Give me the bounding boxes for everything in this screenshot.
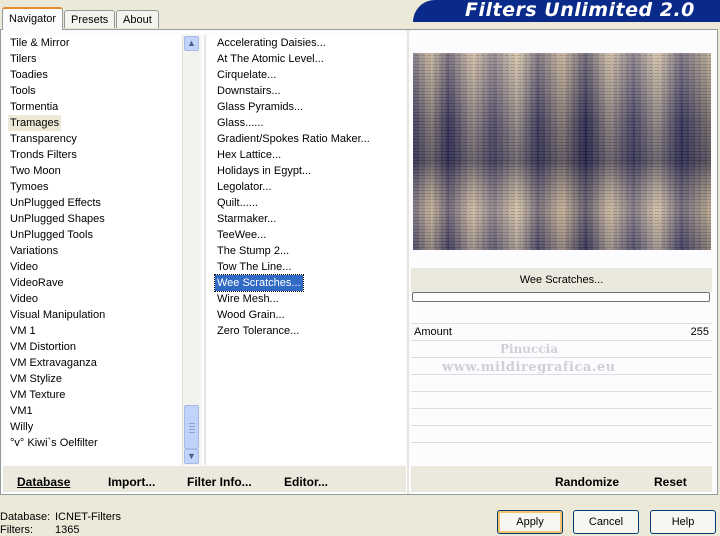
category-list-item[interactable]: Video	[10, 291, 38, 307]
parameter-row-empty	[411, 391, 712, 408]
category-list-item[interactable]: VM Extravaganza	[10, 355, 97, 371]
filter-list-item[interactable]: Holidays in Egypt...	[217, 163, 311, 179]
category-list-item[interactable]: Tymoes	[10, 179, 49, 195]
filter-preview-image	[413, 53, 711, 250]
tab-presets[interactable]: Presets	[64, 10, 116, 28]
filter-list-item[interactable]: Legolator...	[217, 179, 271, 195]
parameter-row-empty	[411, 374, 712, 391]
category-list-item[interactable]: Willy	[10, 419, 33, 435]
parameter-row-empty	[411, 340, 712, 357]
filter-list-item[interactable]: Accelerating Daisies...	[217, 35, 326, 51]
tab-bar: Navigator Presets About Filters Unlimite…	[0, 0, 720, 30]
reset-button[interactable]: Reset	[654, 466, 687, 492]
filter-list-item[interactable]: Downstairs...	[217, 83, 281, 99]
category-list-item[interactable]: VM 1	[10, 323, 36, 339]
filter-list-item[interactable]: Wire Mesh...	[217, 291, 279, 307]
filter-list-item[interactable]: The Stump 2...	[217, 243, 289, 259]
parameter-label: Amount	[414, 326, 452, 338]
current-filter-name: Wee Scratches...	[411, 268, 712, 292]
panel-divider	[407, 30, 409, 494]
category-list[interactable]: Tile & Mirror Tilers Toadies Tools Tormentia…	[5, 35, 180, 465]
progress-bar	[412, 292, 710, 302]
navigator-button-bar: Database Import... Filter Info... Editor…	[3, 466, 406, 492]
filter-info-button[interactable]: Filter Info...	[187, 466, 252, 492]
category-list-item[interactable]: VideoRave	[10, 275, 64, 291]
filter-list-item[interactable]: At The Atomic Level...	[217, 51, 324, 67]
category-list-item[interactable]: Tile & Mirror	[10, 35, 69, 51]
parameter-row-empty	[411, 442, 712, 459]
category-list-item[interactable]: Tilers	[10, 51, 36, 67]
category-list-item[interactable]: VM Stylize	[10, 371, 62, 387]
filter-list-item[interactable]: Gradient/Spokes Ratio Maker...	[217, 131, 370, 147]
category-list-item[interactable]: UnPlugged Shapes	[10, 211, 105, 227]
filter-list[interactable]: Accelerating Daisies... At The Atomic Lev…	[208, 35, 406, 465]
filter-list-item[interactable]: Cirquelate...	[217, 67, 276, 83]
preview-button-bar: Randomize Reset	[411, 466, 712, 492]
scroll-thumb[interactable]	[184, 405, 199, 449]
filters-count: 1365	[55, 524, 80, 536]
category-list-item[interactable]: Transparency	[10, 131, 77, 147]
category-list-item[interactable]: VM Texture	[10, 387, 65, 403]
filter-list-item[interactable]: Glass Pyramids...	[217, 99, 303, 115]
category-list-item[interactable]: UnPlugged Effects	[10, 195, 101, 211]
filter-list-item[interactable]: Hex Lattice...	[217, 147, 281, 163]
import-button[interactable]: Import...	[108, 466, 155, 492]
category-list-item[interactable]: °v° Kiwi`s Oelfilter	[10, 435, 98, 451]
title-banner: Filters Unlimited 2.0	[413, 0, 720, 22]
filter-list-item[interactable]: Quilt......	[217, 195, 258, 211]
filter-list-item[interactable]: Tow The Line...	[217, 259, 291, 275]
database-value: ICNET-Filters	[55, 511, 121, 523]
parameter-row-empty	[411, 425, 712, 442]
randomize-button[interactable]: Randomize	[555, 466, 619, 492]
parameter-value: 255	[690, 326, 709, 338]
help-button[interactable]: Help	[650, 510, 716, 534]
filter-list-item[interactable]: TeeWee...	[217, 227, 266, 243]
filter-list-item[interactable]: Wood Grain...	[217, 307, 285, 323]
banner-title: Filters Unlimited 2.0	[465, 0, 695, 21]
category-list-item[interactable]: Tramages	[8, 115, 62, 131]
category-list-item[interactable]: Variations	[10, 243, 58, 259]
scroll-down-arrow-icon[interactable]: ▼	[184, 449, 199, 464]
filter-list-item[interactable]: Zero Tolerance...	[217, 323, 299, 339]
parameter-row-empty	[411, 408, 712, 425]
editor-button[interactable]: Editor...	[284, 466, 328, 492]
watermark-name: Pinuccia	[500, 342, 558, 356]
filters-label: Filters:	[0, 524, 33, 536]
filter-list-item[interactable]: Glass......	[217, 115, 263, 131]
category-list-item[interactable]: UnPlugged Tools	[10, 227, 93, 243]
category-list-item[interactable]: VM Distortion	[10, 339, 76, 355]
cancel-button[interactable]: Cancel	[573, 510, 639, 534]
category-list-item[interactable]: Tools	[10, 83, 36, 99]
apply-button[interactable]: Apply	[497, 510, 563, 534]
category-list-item[interactable]: Two Moon	[10, 163, 61, 179]
scroll-up-arrow-icon[interactable]: ▲	[184, 36, 199, 51]
parameter-row-amount[interactable]: Amount 255	[411, 323, 712, 340]
category-list-item[interactable]: Visual Manipulation	[10, 307, 105, 323]
list-divider	[204, 35, 206, 465]
database-info: Database: ICNET-Filters	[0, 511, 121, 523]
category-list-item[interactable]: Toadies	[10, 67, 48, 83]
filter-list-item[interactable]: Starmaker...	[217, 211, 276, 227]
watermark-url: www.mildiregrafica.eu	[442, 360, 616, 375]
database-button[interactable]: Database	[17, 466, 70, 492]
category-list-item[interactable]: Tormentia	[10, 99, 58, 115]
category-list-item[interactable]: Tronds Filters	[10, 147, 77, 163]
filters-count-info: Filters: 1365	[0, 524, 79, 536]
category-scrollbar[interactable]: ▲ ▼	[182, 35, 201, 465]
category-list-item[interactable]: VM1	[10, 403, 33, 419]
tab-navigator[interactable]: Navigator	[2, 7, 64, 30]
tab-about[interactable]: About	[116, 10, 159, 28]
database-label: Database:	[0, 511, 51, 523]
filter-list-item[interactable]: Wee Scratches...	[214, 274, 304, 292]
category-list-item[interactable]: Video	[10, 259, 38, 275]
